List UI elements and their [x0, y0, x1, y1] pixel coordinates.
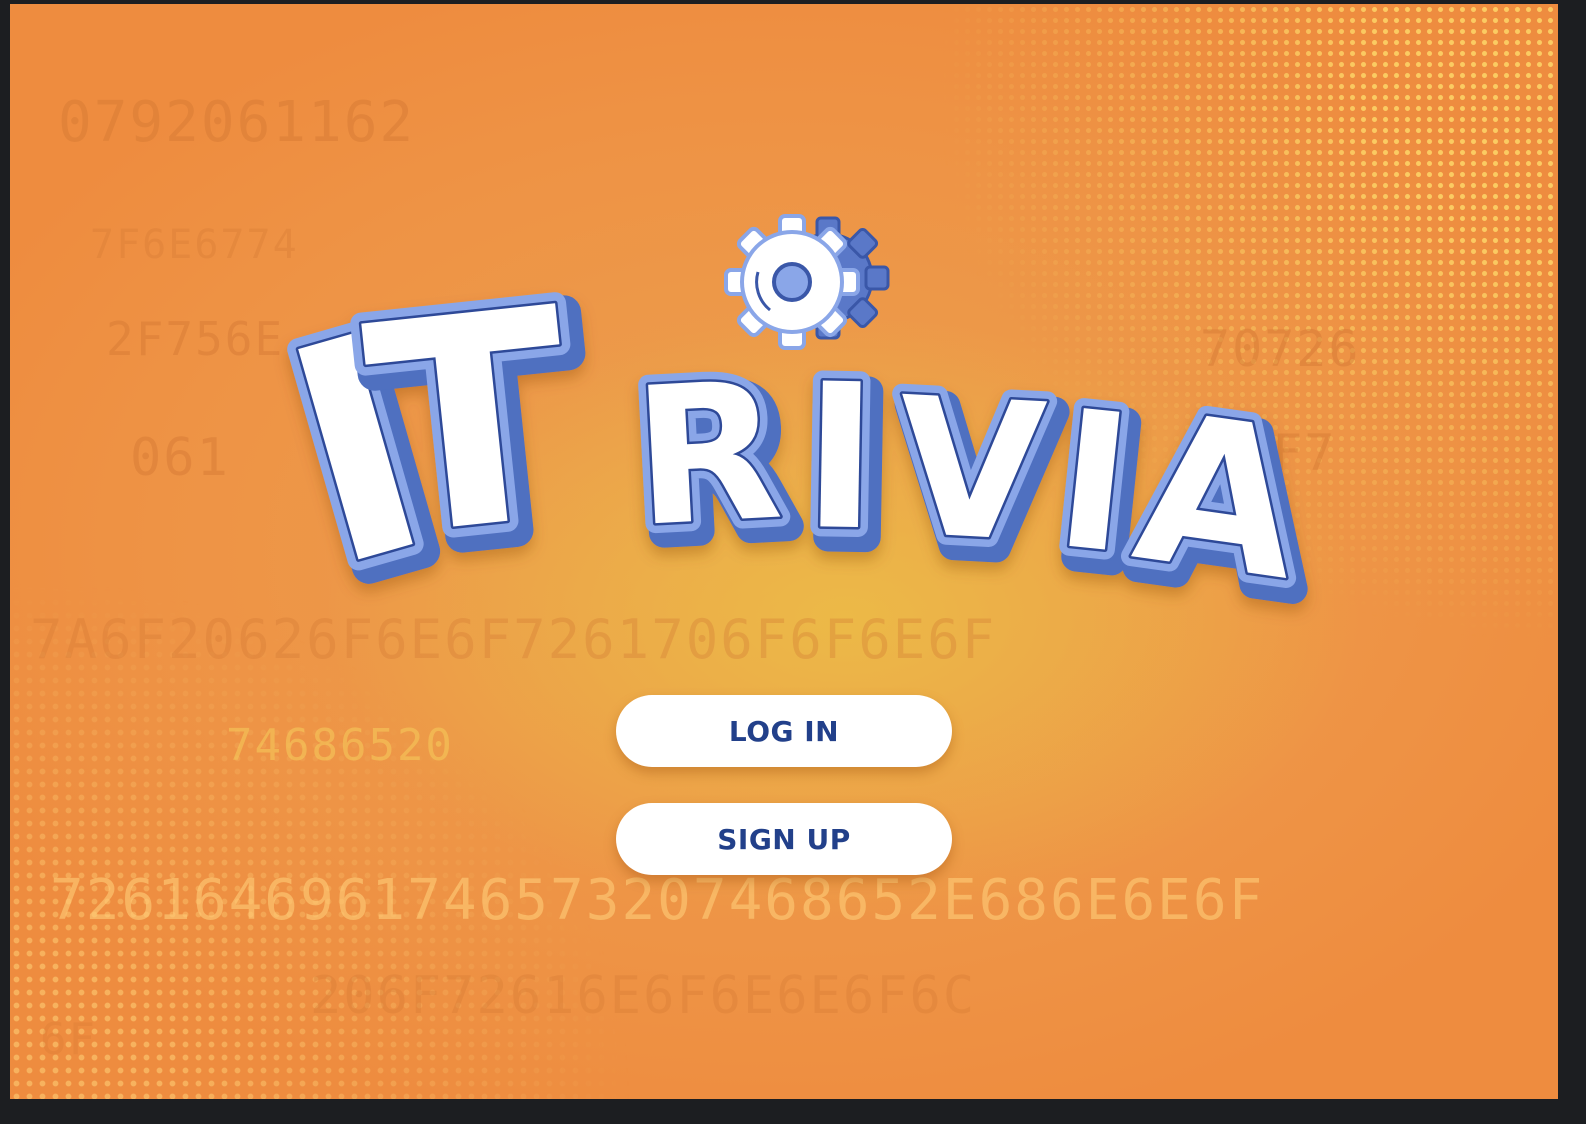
logo-letter-t: T	[354, 247, 588, 603]
background-hex-text: 6F	[40, 1014, 97, 1065]
logo-letter-r: R	[629, 341, 787, 569]
logo-letter-v: V	[892, 356, 1050, 584]
start-screen: 0792061162 7F6E6774 2F756E 061 7A6F20626…	[10, 4, 1558, 1099]
gear-icon	[724, 214, 890, 350]
login-button[interactable]: LOG IN	[616, 695, 952, 767]
background-hex-text: 7261646961746573207468652E686E6E6F	[50, 868, 1265, 933]
itrivia-logo: I I I T T T R R R I I I V V V I I I A A …	[244, 214, 1335, 644]
background-hex-text: 206F72616E6F6E6E6F6C	[310, 966, 977, 1026]
signup-button[interactable]: SIGN UP	[616, 803, 952, 875]
background-hex-text: 74686520	[226, 720, 454, 771]
logo-letter-i: I	[801, 341, 879, 575]
logo-letter-a: A	[1123, 369, 1313, 627]
